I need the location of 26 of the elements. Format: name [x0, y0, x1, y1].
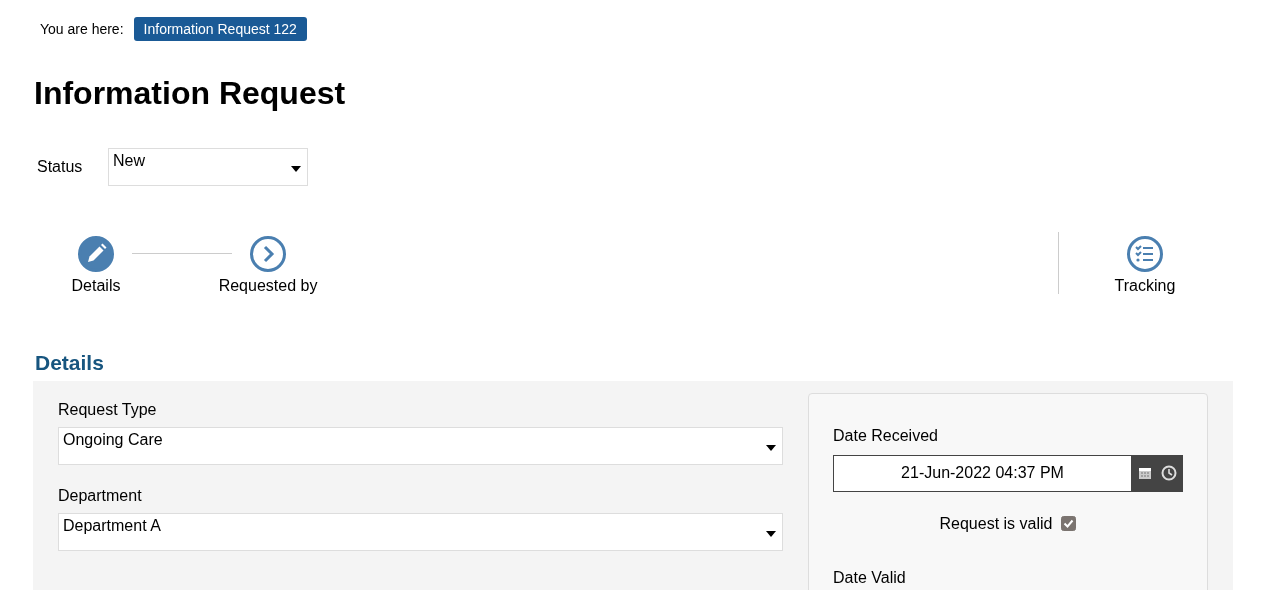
field-label: Date Valid	[833, 568, 907, 587]
date-field[interactable]: 21-Jun-2022 04:37 PM	[833, 454, 1132, 492]
caret-icon	[291, 166, 301, 173]
dropdown-field[interactable]: Ongoing Care	[58, 426, 783, 465]
page-title: Information Request	[34, 74, 347, 113]
section-title: Details	[35, 350, 105, 376]
step-label[interactable]: Tracking	[1114, 277, 1176, 296]
pencil-icon[interactable]	[77, 235, 115, 274]
step-label[interactable]: Requested by	[218, 277, 318, 296]
status-label: Status	[37, 158, 84, 177]
step-label[interactable]: Details	[71, 277, 121, 296]
calendar-icon[interactable]	[1138, 466, 1152, 481]
dropdown-field[interactable]: Department A	[58, 512, 783, 551]
checklist-icon[interactable]	[1126, 235, 1164, 274]
field-label: Request Type	[58, 400, 158, 419]
breadcrumb-label: You are here:	[40, 21, 124, 37]
field-label: Department	[58, 486, 143, 505]
caret-icon	[766, 530, 776, 537]
clock-icon[interactable]	[1161, 465, 1177, 482]
breadcrumb-link[interactable]: Information Request 122	[133, 17, 307, 41]
checkbox[interactable]	[1061, 516, 1077, 532]
caret-icon	[766, 444, 776, 451]
chevron-icon[interactable]	[249, 235, 287, 274]
checkbox-label: Request is valid	[939, 514, 1053, 533]
status-dropdown[interactable]: New	[108, 148, 308, 187]
field-label: Date Received	[833, 426, 939, 445]
